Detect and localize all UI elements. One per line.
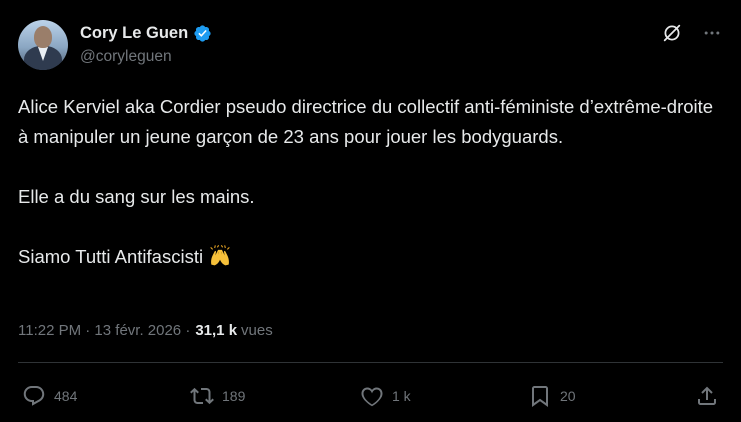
share-button[interactable] — [695, 384, 719, 408]
views-count: 31,1 k — [195, 322, 238, 339]
repost-button[interactable]: 189 — [190, 384, 245, 408]
avatar[interactable] — [18, 20, 68, 70]
more-icon[interactable] — [701, 22, 723, 44]
bookmark-count: 20 — [560, 388, 576, 404]
like-count: 1 k — [392, 388, 411, 404]
tweet-line-1: Alice Kerviel aka Cordier pseudo directr… — [18, 96, 719, 147]
author-display-name[interactable]: Cory Le Guen — [80, 24, 188, 43]
verified-badge-icon[interactable] — [193, 24, 212, 43]
tweet-timestamp[interactable]: 11:22 PM · 13 févr. 2026 · — [18, 322, 190, 339]
action-bar: 484 189 1 k 20 — [22, 384, 719, 412]
tweet-text: Alice Kerviel aka Cordier pseudo directr… — [18, 92, 723, 272]
bookmark-icon — [532, 386, 548, 407]
reply-button[interactable]: 484 — [22, 384, 77, 408]
divider — [18, 362, 723, 363]
repost-count: 189 — [222, 388, 246, 404]
avatar-head — [34, 26, 52, 48]
author-name-row: Cory Le Guen — [80, 24, 212, 43]
bookmark-button[interactable]: 20 — [528, 384, 576, 408]
tweet-meta: 11:22 PM · 13 févr. 2026 · 31,1 k vues — [18, 322, 273, 339]
heart-icon — [361, 387, 383, 407]
repost-icon — [190, 387, 214, 405]
tweet-line-3: Siamo Tutti Antifascisti — [18, 246, 209, 267]
raising-hands-emoji-icon — [210, 245, 230, 266]
share-icon — [698, 386, 716, 405]
reply-count: 484 — [54, 388, 78, 404]
views-label: vues — [241, 322, 273, 339]
top-actions — [661, 22, 723, 44]
tweet-line-2: Elle a du sang sur les mains. — [18, 186, 255, 207]
author-handle[interactable]: @coryleguen — [80, 48, 172, 66]
grok-icon[interactable] — [661, 22, 683, 44]
like-button[interactable]: 1 k — [360, 384, 411, 408]
reply-icon — [23, 386, 45, 406]
